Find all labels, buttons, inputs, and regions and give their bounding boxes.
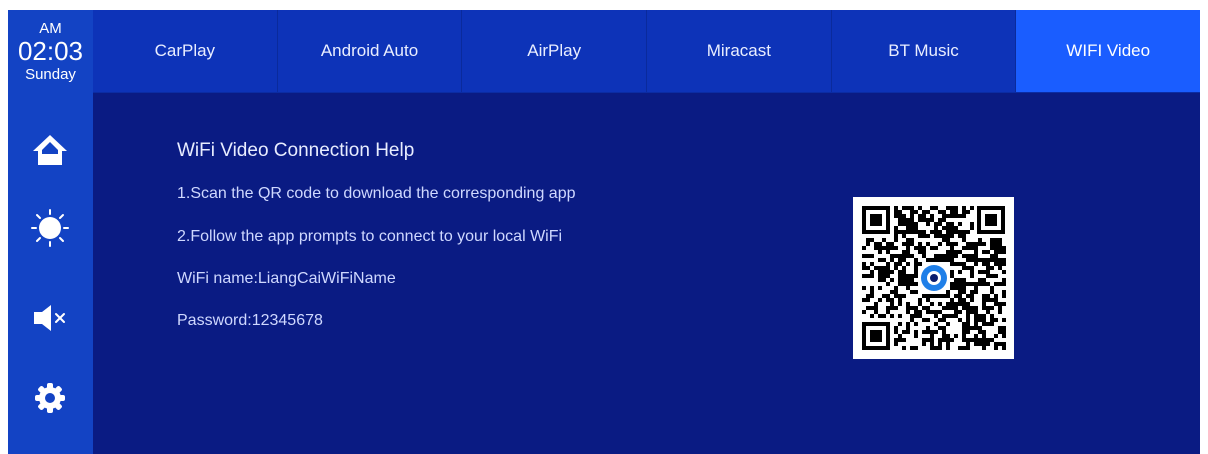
wifi-video-screen: AM 02:03 Sunday CarPlay Android Auto Air… — [8, 10, 1201, 454]
clock-ampm: AM — [39, 20, 62, 37]
tab-carplay[interactable]: CarPlay — [93, 10, 278, 92]
home-button[interactable] — [25, 125, 75, 175]
tab-wifi-video[interactable]: WIFI Video — [1016, 10, 1201, 92]
tab-bt-music[interactable]: BT Music — [832, 10, 1017, 92]
settings-button[interactable] — [25, 373, 75, 423]
home-icon — [33, 135, 67, 165]
help-step-2: 2.Follow the app prompts to connect to y… — [177, 228, 563, 245]
mute-icon — [34, 305, 65, 331]
help-step-1: 1.Scan the QR code to download the corre… — [177, 185, 576, 202]
brightness-icon — [31, 209, 69, 247]
qr-code-icon — [853, 197, 1014, 359]
source-tabs: CarPlay Android Auto AirPlay Miracast BT… — [93, 10, 1201, 93]
tab-android-auto[interactable]: Android Auto — [278, 10, 463, 92]
clock-day: Sunday — [25, 66, 76, 83]
tab-miracast[interactable]: Miracast — [647, 10, 832, 92]
sidebar: AM 02:03 Sunday — [8, 10, 93, 454]
tab-airplay[interactable]: AirPlay — [462, 10, 648, 92]
clock-time: 02:03 — [17, 36, 84, 66]
wifi-name: WiFi name:LiangCaiWiFiName — [177, 270, 396, 287]
qr-code — [853, 197, 1014, 359]
mute-button[interactable] — [25, 293, 75, 343]
wifi-password: Password:12345678 — [177, 312, 323, 329]
help-title: WiFi Video Connection Help — [177, 140, 415, 161]
brightness-button[interactable] — [25, 203, 75, 253]
clock: AM 02:03 Sunday — [8, 10, 93, 93]
settings-icon — [35, 383, 65, 413]
